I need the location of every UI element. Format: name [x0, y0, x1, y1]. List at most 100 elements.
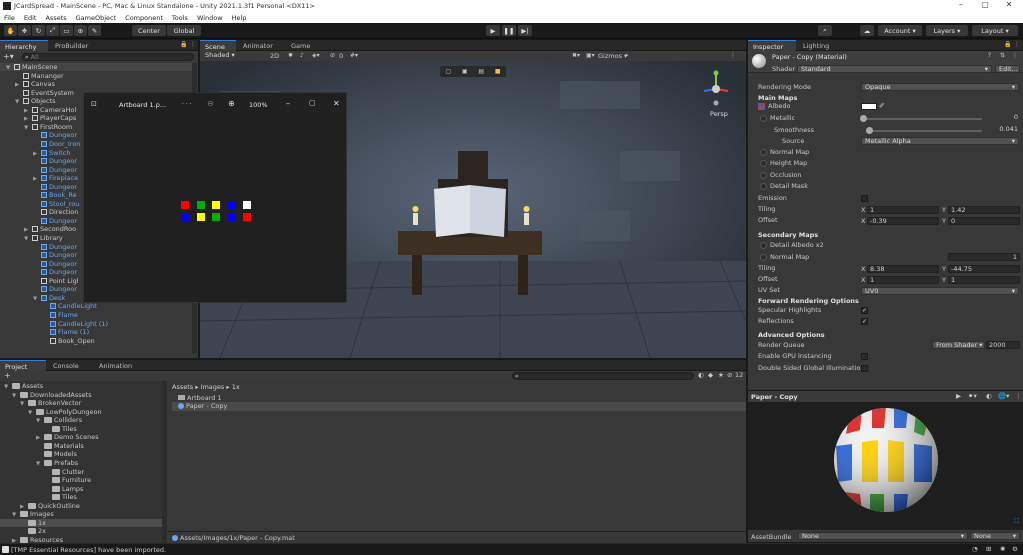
zoom-out-icon[interactable]: ⊖	[207, 99, 214, 108]
hierarchy-item[interactable]: Dungeor	[33, 251, 77, 259]
tab-scene[interactable]: Scene	[200, 40, 236, 51]
secondary-normal-map-slot[interactable]	[760, 254, 767, 261]
scene-orientation-gizmo[interactable]	[696, 69, 736, 109]
smoothness-slider[interactable]	[866, 130, 982, 132]
tab-console[interactable]: Console	[48, 360, 92, 371]
zoom-in-icon[interactable]: ⊕	[228, 99, 235, 108]
project-folder-item[interactable]: Materials	[0, 442, 162, 450]
tab-project[interactable]: Project	[0, 360, 46, 371]
hierarchy-item[interactable]: ▶ SecondRoo	[24, 225, 76, 233]
hierarchy-item[interactable]: Door_Iron	[33, 140, 80, 148]
hidden-objects-icon[interactable]: ⊘	[330, 52, 335, 59]
search-by-type-icon[interactable]: ◐	[698, 371, 704, 379]
material-preview-sphere[interactable]	[832, 406, 940, 514]
project-folder-item[interactable]: ▶ Demo Scenes	[0, 433, 162, 441]
hierarchy-item[interactable]: Direction	[33, 208, 78, 216]
emission-checkbox[interactable]	[861, 195, 868, 202]
inspector-lock-icon[interactable]: 🔒	[1004, 41, 1011, 48]
persp-label[interactable]: Persp	[710, 110, 728, 118]
hierarchy-item[interactable]: Point Ligl	[33, 277, 79, 285]
reflections-checkbox[interactable]: ✓	[861, 318, 868, 325]
more-options-icon[interactable]: · · ·	[182, 101, 192, 108]
smoothness-value[interactable]: 0.041	[986, 126, 1020, 134]
project-folder-item[interactable]: Tiles	[0, 425, 162, 433]
edge-select-icon[interactable]: ▣	[462, 68, 468, 75]
preview-light-icon[interactable]: ◐	[986, 392, 992, 400]
preset-icon[interactable]: ⇅	[1000, 52, 1005, 59]
project-folder-item[interactable]: ▼ DownloadedAssets	[0, 391, 162, 399]
tab-probuilder[interactable]: ProBuilder	[50, 40, 90, 51]
project-folder-item[interactable]: Tiles	[0, 493, 162, 501]
hierarchy-item[interactable]: ▼ Objects	[15, 97, 56, 105]
effects-icon[interactable]: ◈▾	[312, 52, 320, 59]
menu-tools[interactable]: Tools	[172, 14, 188, 22]
status-message[interactable]: [TMP Essential Resources] have been impo…	[11, 546, 166, 554]
play-button[interactable]: ▶	[486, 25, 500, 36]
viewer-close-icon[interactable]: ✕	[333, 99, 340, 108]
search-by-label-icon[interactable]: ◆	[708, 371, 713, 379]
viewer-minimize-icon[interactable]: –	[286, 99, 290, 108]
gizmos-dropdown[interactable]: Gizmos ▾	[598, 52, 627, 60]
tab-animator[interactable]: Animator	[238, 40, 284, 51]
hierarchy-item[interactable]: ▼ Library	[24, 234, 63, 242]
expand-arrow-icon[interactable]: ▼	[24, 235, 32, 243]
project-tree-scrollbar[interactable]	[162, 381, 167, 543]
hierarchy-item[interactable]: ▶ Canvas	[15, 80, 55, 88]
hierarchy-item[interactable]: ▼ Desk	[33, 294, 65, 302]
secondary-offset-x-field[interactable]: 1	[867, 276, 939, 284]
bug-icon[interactable]: ✺	[1000, 545, 1005, 553]
hierarchy-item[interactable]: CandleLight (1)	[42, 320, 108, 328]
hierarchy-item[interactable]: Dungeor	[33, 131, 77, 139]
face-select-icon[interactable]: ▤	[478, 68, 484, 75]
project-folder-item[interactable]: Lamps	[0, 485, 162, 493]
vertex-select-icon[interactable]: ▢	[445, 68, 451, 75]
project-folder-item[interactable]: ▶ QuickOutline	[0, 502, 162, 510]
metallic-slider-handle[interactable]	[860, 115, 867, 122]
preview-play-icon[interactable]: ▶	[956, 392, 961, 400]
network-icon[interactable]: ⊞	[986, 545, 991, 553]
albedo-color-swatch[interactable]	[861, 103, 877, 110]
preview-menu-icon[interactable]: ⋮	[1015, 392, 1022, 400]
hierarchy-item[interactable]: Flame	[42, 311, 78, 319]
menu-edit[interactable]: Edit	[24, 14, 37, 22]
hierarchy-search-input[interactable]: ⌕ All	[22, 53, 194, 61]
shader-edit-button[interactable]: Edit...	[995, 65, 1020, 73]
step-button[interactable]: ▶|	[518, 25, 532, 36]
breadcrumb-images[interactable]: Images	[201, 383, 225, 391]
menu-component[interactable]: Component	[125, 14, 163, 22]
search-icon[interactable]: ⌕	[818, 25, 832, 36]
object-select-icon[interactable]: ■	[495, 68, 501, 75]
project-folder-item[interactable]: Furniture	[0, 476, 162, 484]
expand-arrow-icon[interactable]: ▼	[24, 124, 32, 132]
audio-icon[interactable]: ♪	[300, 52, 304, 59]
component-menu-icon[interactable]: ⋮	[1012, 52, 1018, 59]
occlusion-slot[interactable]	[760, 172, 767, 179]
scale-tool-button[interactable]: ⤢	[46, 25, 59, 36]
hierarchy-item[interactable]: Dungeor	[33, 243, 77, 251]
menu-window[interactable]: Window	[197, 14, 223, 22]
hierarchy-item[interactable]: Dungeor	[33, 285, 77, 293]
hierarchy-item[interactable]: ▼ MainScene	[0, 63, 192, 71]
gpu-instancing-checkbox[interactable]	[861, 353, 868, 360]
double-sided-gi-checkbox[interactable]	[861, 365, 868, 372]
file-list-item-selected[interactable]: Paper - Copy	[172, 402, 746, 411]
hierarchy-item[interactable]: ▶ Switch	[33, 149, 71, 157]
hierarchy-item[interactable]: Dungeor	[33, 260, 77, 268]
hierarchy-item[interactable]: Dungeor	[33, 217, 77, 225]
shader-dropdown[interactable]: Standard ▾	[797, 65, 992, 73]
metallic-slider[interactable]	[862, 118, 982, 120]
lighting-icon[interactable]: ✹	[288, 52, 293, 59]
detail-mask-slot[interactable]	[760, 183, 767, 190]
transform-tool-button[interactable]: ⊕	[74, 25, 87, 36]
viewer-maximize-icon[interactable]: ▢	[309, 99, 316, 107]
offset-x-field[interactable]: -0.39	[867, 217, 939, 225]
expand-arrow-icon[interactable]: ▼	[15, 98, 23, 106]
project-folder-item[interactable]: ▼ LowPolyDungeon	[0, 408, 162, 416]
assetbundle-dropdown[interactable]: None ▾	[798, 532, 968, 540]
tab-lighting[interactable]: Lighting	[798, 40, 838, 51]
tab-game[interactable]: Game	[286, 40, 322, 51]
assetbundle-variant-dropdown[interactable]: None ▾	[970, 532, 1020, 540]
secondary-tiling-x-field[interactable]: 8.38	[867, 265, 939, 273]
help-icon[interactable]: ?	[988, 52, 991, 59]
hierarchy-item[interactable]: EventSystem	[15, 89, 74, 97]
